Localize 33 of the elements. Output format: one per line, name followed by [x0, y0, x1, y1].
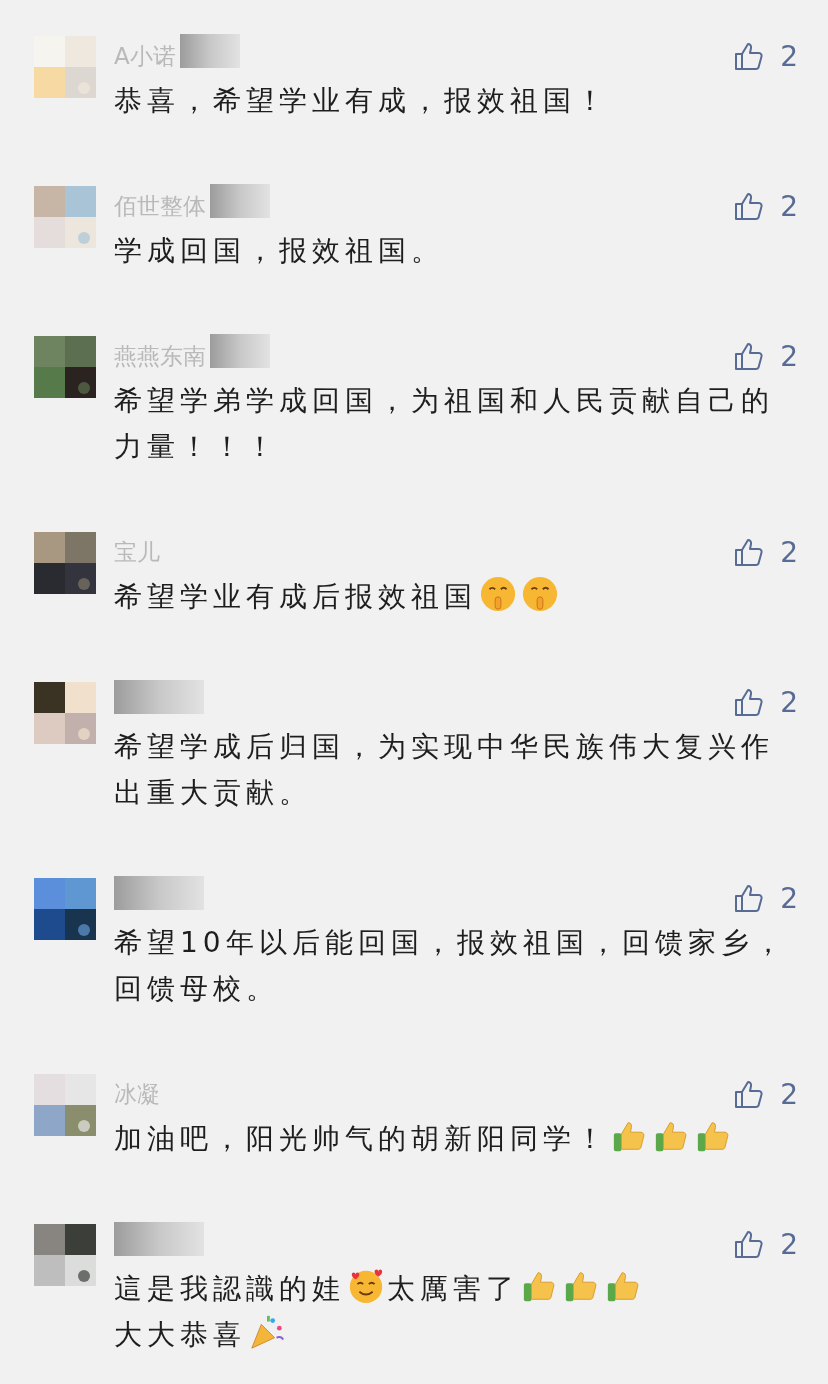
- comment-text: 恭喜，希望学业有成，报效祖国！: [114, 83, 610, 119]
- shushing-face-icon: [521, 575, 559, 613]
- comment-text: 加油吧，阳光帅气的胡新阳同学！: [114, 1116, 789, 1162]
- comment-text: 希望学弟学成回国，为祖国和人民贡献自己的力量！！！: [114, 383, 775, 465]
- thumbs-up-icon[interactable]: [734, 883, 765, 913]
- comment-text: 希望10年以后能回国，报效祖国，回馈家乡，回馈母校。: [114, 925, 788, 1007]
- party-popper-icon: [248, 1313, 286, 1351]
- like-count: 2: [780, 1077, 798, 1111]
- thumbs-up-icon[interactable]: [734, 341, 765, 371]
- like-count: 2: [780, 189, 798, 223]
- commenter-name: 燕燕东南: [114, 341, 206, 371]
- thumbs-up-icon[interactable]: [734, 687, 765, 717]
- like-count: 2: [780, 339, 798, 373]
- thumbs-up-icon[interactable]: [734, 191, 765, 221]
- thumbs-up-icon[interactable]: [734, 1079, 765, 1109]
- like-count: 2: [780, 685, 798, 719]
- comment-text: 希望学成后归国，为实现中华民族伟大复兴作出重大贡献。: [114, 729, 775, 811]
- comment-text: 希望学业有成后报效祖国: [114, 574, 789, 620]
- comment-text: 学成回国，报效祖国。: [114, 233, 445, 269]
- thumbs-up-icon[interactable]: [734, 537, 765, 567]
- thumbs-up-icon[interactable]: [734, 41, 765, 71]
- thumbs-up-icon[interactable]: [734, 1229, 765, 1259]
- like-count: 2: [780, 39, 798, 73]
- commenter-name: 冰凝: [114, 1079, 160, 1109]
- commenter-name: A小诺: [114, 41, 176, 71]
- comment-text: 這是我認識的娃 太厲害了 大大恭喜: [114, 1266, 789, 1358]
- smiling-face-with-hearts-icon: [347, 1267, 385, 1305]
- shushing-face-icon: [479, 575, 517, 613]
- like-count: 2: [780, 1227, 798, 1261]
- like-count: 2: [780, 535, 798, 569]
- commenter-name: 宝儿: [114, 537, 160, 567]
- like-count: 2: [780, 881, 798, 915]
- commenter-name: 佰世整体: [114, 191, 206, 221]
